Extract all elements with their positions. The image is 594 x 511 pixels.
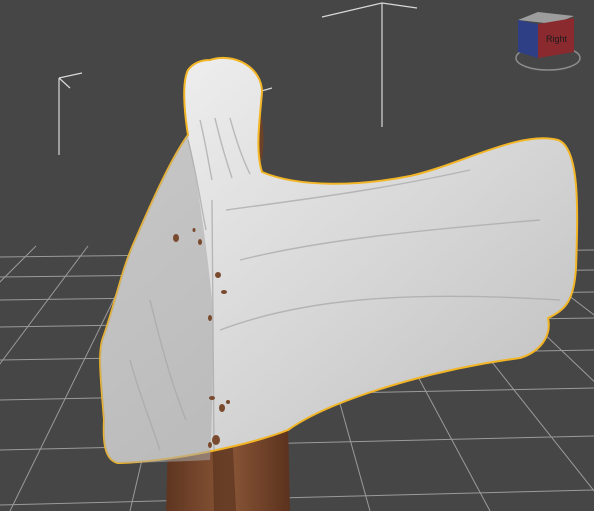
viewport-scene[interactable] [0,0,594,511]
viewcube-face-label: Right [546,34,568,44]
cloak-shadow-side [100,135,213,463]
viewcube[interactable]: Right [508,6,586,78]
viewcube-front-face[interactable] [518,20,538,58]
3d-viewport[interactable]: Right [0,0,594,511]
